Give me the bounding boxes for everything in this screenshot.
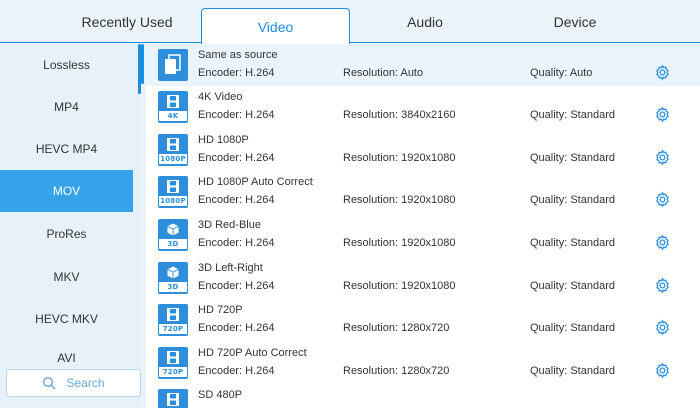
- gear-icon[interactable]: [654, 319, 671, 336]
- copy-icon: [158, 49, 188, 81]
- search-icon: [43, 376, 57, 390]
- preset-row-hd-1080p-auto-correct[interactable]: 1080P HD 1080P Auto Correct Encoder: H.2…: [146, 171, 700, 213]
- preset-name: SD 480P: [198, 389, 243, 401]
- preset-name: HD 1080P: [198, 134, 249, 146]
- format-badge: 3D: [159, 239, 187, 249]
- preset-quality: Quality: Standard: [530, 152, 615, 164]
- preset-quality: Quality: Auto: [530, 67, 593, 79]
- film-icon: 1080P: [158, 134, 188, 166]
- preset-name: 3D Left-Right: [198, 262, 263, 274]
- preset-name: HD 720P: [198, 304, 243, 316]
- preset-name: Same as source: [198, 49, 278, 61]
- gear-icon[interactable]: [654, 106, 671, 123]
- tab-video[interactable]: Video: [201, 8, 350, 44]
- gear-icon[interactable]: [654, 277, 671, 294]
- sidebar-item-lossless[interactable]: Lossless: [0, 44, 133, 86]
- sidebar-item-prores[interactable]: ProRes: [0, 213, 133, 255]
- sidebar-item-mp4[interactable]: MP4: [0, 86, 133, 128]
- preset-name: 4K Video: [198, 91, 243, 103]
- film-icon: 720P: [158, 347, 188, 379]
- sidebar-item-mkv[interactable]: MKV: [0, 256, 133, 298]
- preset-resolution: Resolution: 1280x720: [343, 322, 450, 334]
- preset-name: 3D Red-Blue: [198, 219, 261, 231]
- preset-row-hd-1080p[interactable]: 1080P HD 1080P Encoder: H.264 Resolution…: [146, 129, 700, 171]
- sidebar-item-hevc-mp4[interactable]: HEVC MP4: [0, 128, 133, 170]
- preset-list-scrollbar[interactable]: [141, 44, 144, 84]
- cube-icon: 3D: [158, 219, 188, 251]
- preset-row-4k-video[interactable]: 4K 4K Video Encoder: H.264 Resolution: 3…: [146, 86, 700, 128]
- preset-resolution: Resolution: 1920x1080: [343, 237, 456, 249]
- format-badge: 720P: [159, 367, 187, 377]
- film-icon: 720P: [158, 304, 188, 336]
- preset-quality: Quality: Standard: [530, 237, 615, 249]
- preset-quality: Quality: Standard: [530, 109, 615, 121]
- preset-encoder: Encoder: H.264: [198, 152, 275, 164]
- preset-quality: Quality: Standard: [530, 280, 615, 292]
- preset-resolution: Resolution: Auto: [343, 67, 424, 79]
- sidebar-item-hevc-mkv[interactable]: HEVC MKV: [0, 298, 133, 340]
- preset-encoder: Encoder: H.264: [198, 67, 275, 79]
- film-icon: 1080P: [158, 176, 188, 208]
- preset-encoder: Encoder: H.264: [198, 365, 275, 377]
- gear-icon[interactable]: [654, 64, 671, 81]
- format-badge: 4K: [159, 111, 187, 121]
- preset-row-3d-left-right[interactable]: 3D 3D Left-Right Encoder: H.264 Resoluti…: [146, 257, 700, 299]
- preset-list: Same as source Encoder: H.264 Resolution…: [146, 44, 700, 408]
- preset-encoder: Encoder: H.264: [198, 237, 275, 249]
- preset-row-hd-720p-auto-correct[interactable]: 720P HD 720P Auto Correct Encoder: H.264…: [146, 342, 700, 384]
- preset-row-sd-480p[interactable]: SD 480P: [146, 384, 700, 408]
- preset-encoder: Encoder: H.264: [198, 280, 275, 292]
- gear-icon[interactable]: [654, 149, 671, 166]
- format-badge: 1080P: [159, 196, 187, 206]
- format-sidebar: Lossless MP4 HEVC MP4 MOV ProRes MKV HEV…: [0, 44, 141, 408]
- preset-name: HD 720P Auto Correct: [198, 347, 307, 359]
- preset-row-same-as-source[interactable]: Same as source Encoder: H.264 Resolution…: [146, 44, 700, 86]
- preset-resolution: Resolution: 1920x1080: [343, 194, 456, 206]
- preset-resolution: Resolution: 1920x1080: [343, 152, 456, 164]
- gear-icon[interactable]: [654, 191, 671, 208]
- format-badge: 1080P: [159, 154, 187, 164]
- gear-icon[interactable]: [654, 362, 671, 379]
- preset-quality: Quality: Standard: [530, 365, 615, 377]
- sidebar-item-mov[interactable]: MOV: [0, 170, 133, 212]
- preset-encoder: Encoder: H.264: [198, 194, 275, 206]
- preset-quality: Quality: Standard: [530, 322, 615, 334]
- cube-icon: 3D: [158, 262, 188, 294]
- format-badge: 720P: [159, 324, 187, 334]
- preset-resolution: Resolution: 1280x720: [343, 365, 450, 377]
- format-tab-bar: Recently Used Video Audio Device: [0, 0, 700, 44]
- preset-name: HD 1080P Auto Correct: [198, 176, 313, 188]
- film-icon: 4K: [158, 91, 188, 123]
- preset-resolution: Resolution: 1920x1080: [343, 280, 456, 292]
- film-icon: [158, 389, 188, 408]
- preset-encoder: Encoder: H.264: [198, 322, 275, 334]
- tab-audio[interactable]: Audio: [355, 0, 495, 43]
- preset-row-hd-720p[interactable]: 720P HD 720P Encoder: H.264 Resolution: …: [146, 299, 700, 341]
- search-box[interactable]: Search: [6, 369, 141, 397]
- preset-encoder: Encoder: H.264: [198, 109, 275, 121]
- gear-icon[interactable]: [654, 234, 671, 251]
- format-badge: 3D: [159, 282, 187, 292]
- preset-row-3d-red-blue[interactable]: 3D 3D Red-Blue Encoder: H.264 Resolution…: [146, 214, 700, 256]
- preset-quality: Quality: Standard: [530, 194, 615, 206]
- tab-recently-used[interactable]: Recently Used: [60, 0, 194, 43]
- tab-device[interactable]: Device: [505, 0, 645, 43]
- preset-resolution: Resolution: 3840x2160: [343, 109, 456, 121]
- search-label: Search: [66, 376, 105, 390]
